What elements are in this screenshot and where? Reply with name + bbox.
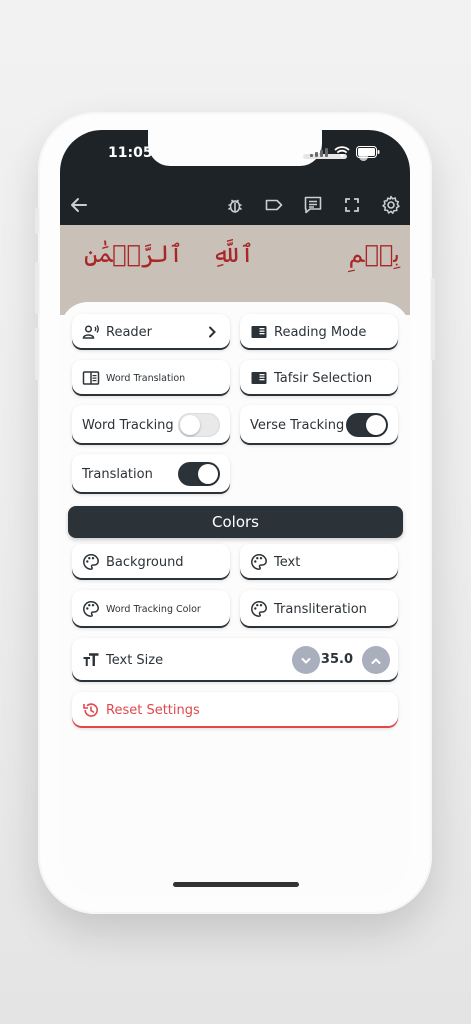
arabic-word-1[interactable]: بِسۡمِ <box>349 240 400 268</box>
reader-button[interactable]: Reader <box>72 314 230 350</box>
label-icon[interactable] <box>263 194 285 216</box>
reset-settings-button[interactable]: Reset Settings <box>72 692 398 728</box>
format-size-icon <box>82 651 100 669</box>
arabic-word-2[interactable]: ٱللَّهِ <box>212 240 254 268</box>
word-translation-label: Word Translation <box>106 372 186 384</box>
chevron-up-icon <box>370 651 382 670</box>
text-size-row: Text Size 35.0 <box>72 638 398 682</box>
text-size-value: 35.0 <box>320 652 353 667</box>
restore-icon <box>82 701 100 719</box>
bug-icon[interactable] <box>224 194 246 216</box>
status-icons <box>310 146 380 158</box>
toggle-knob <box>198 464 218 484</box>
transliteration-color-button[interactable]: Transliteration <box>240 590 398 628</box>
home-indicator[interactable] <box>173 882 299 887</box>
text-label: Text <box>274 554 301 570</box>
colors-header-label: Colors <box>212 513 259 531</box>
book-open-icon <box>250 369 268 387</box>
word-tracking-color-label: Word Tracking Color <box>106 603 201 615</box>
palette-icon <box>250 600 268 618</box>
word-tracking-row: Word Tracking <box>72 405 230 445</box>
comment-text-icon[interactable] <box>302 194 324 216</box>
text-size-label: Text Size <box>106 652 164 668</box>
fullscreen-icon[interactable] <box>341 194 363 216</box>
signal-icon <box>310 147 328 157</box>
text-color-button[interactable]: Text <box>240 544 398 580</box>
translation-row: Translation <box>72 454 230 494</box>
verse-tracking-label: Verse Tracking <box>250 417 345 433</box>
word-tracking-color-button[interactable]: Word Tracking Color <box>72 590 230 628</box>
phone-frame: 11:05 بِسۡمِ ٱللَّهِ ٱلرَّحۡمَٰنِ Reader… <box>35 112 435 914</box>
reading-mode-button[interactable]: Reading Mode <box>240 314 398 350</box>
palette-icon <box>82 553 100 571</box>
word-tracking-label: Word Tracking <box>82 417 174 433</box>
word-translation-button[interactable]: Word Translation <box>72 360 230 396</box>
settings-sheet: Reader Reading Mode Word Translation Taf… <box>60 302 410 896</box>
volume-down-button <box>35 328 39 380</box>
chevron-right-icon <box>206 324 218 343</box>
book-open-icon <box>250 323 268 341</box>
transliteration-label: Transliteration <box>274 601 367 617</box>
verse-tracking-row: Verse Tracking <box>240 405 398 445</box>
power-button <box>431 278 435 360</box>
toggle-knob <box>180 415 200 435</box>
decrease-size-button[interactable] <box>292 646 320 674</box>
status-time: 11:05 <box>108 145 153 161</box>
increase-size-button[interactable] <box>362 646 390 674</box>
book-outline-icon <box>82 369 100 387</box>
background-color-button[interactable]: Background <box>72 544 230 580</box>
notch <box>148 130 368 166</box>
reader-label: Reader <box>106 324 153 340</box>
top-app-bar: 11:05 <box>60 130 410 225</box>
background-label: Background <box>106 554 184 570</box>
arabic-word-3[interactable]: ٱلرَّحۡمَٰنِ <box>84 240 183 268</box>
colors-section-header: Colors <box>68 506 403 538</box>
tafsir-selection-label: Tafsir Selection <box>274 370 373 386</box>
palette-icon <box>82 600 100 618</box>
verse-tracking-toggle[interactable] <box>346 413 388 437</box>
gear-icon[interactable] <box>380 194 402 216</box>
translation-toggle[interactable] <box>178 462 220 486</box>
volume-up-button <box>35 262 39 314</box>
arrow-left-icon[interactable] <box>68 194 90 216</box>
battery-icon <box>356 146 380 158</box>
mute-switch <box>35 208 39 234</box>
palette-icon <box>250 553 268 571</box>
screen: 11:05 بِسۡمِ ٱللَّهِ ٱلرَّحۡمَٰنِ Reader… <box>60 130 410 896</box>
word-tracking-toggle[interactable] <box>178 413 220 437</box>
toggle-knob <box>366 415 386 435</box>
tafsir-selection-button[interactable]: Tafsir Selection <box>240 360 398 396</box>
reset-settings-label: Reset Settings <box>106 702 200 718</box>
reading-mode-label: Reading Mode <box>274 324 367 340</box>
reader-toolbar <box>60 194 410 224</box>
translation-label: Translation <box>82 466 153 482</box>
chevron-down-icon <box>300 651 312 670</box>
wifi-icon <box>334 146 350 158</box>
reader-voice-icon <box>82 323 100 341</box>
